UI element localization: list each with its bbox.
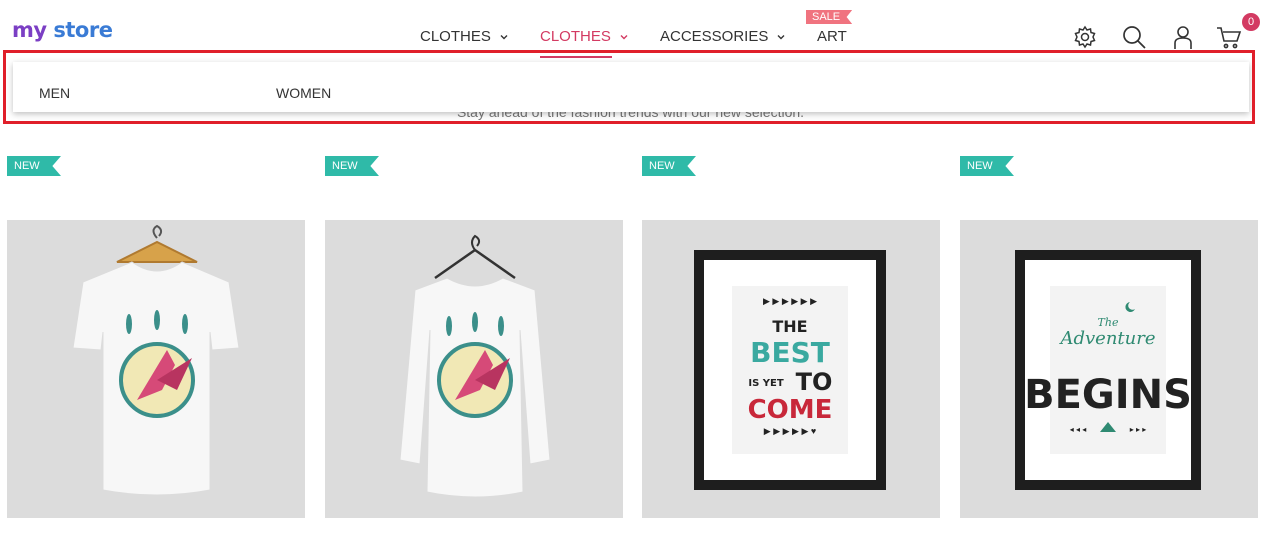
poster-line-2: Adventure [1058,328,1155,349]
nav-item-accessories[interactable]: ACCESSORIES [660,28,786,45]
sale-badge: SALE [806,10,853,24]
poster-line-2: BEST [750,336,830,369]
sweater-image [399,234,551,498]
search-icon[interactable] [1121,24,1147,50]
poster-line-1: THE [772,317,807,336]
poster-line-4: TO [796,368,833,396]
poster-best-image: THE BEST IS YET TO COME ▶ ▶ ▶ ▶ ▶ ▶ ▶ ▶ … [694,250,886,490]
poster-line-3: IS YET [748,378,783,389]
svg-text:▶ ▶ ▶ ▶ ▶ ▶: ▶ ▶ ▶ ▶ ▶ ▶ [763,296,817,306]
product-image-poster-adventure[interactable]: The Adventure BEGINS ◂ ◂ ◂ ▸ ▸ ▸ [960,220,1258,518]
product-image-poster-best[interactable]: THE BEST IS YET TO COME ▶ ▶ ▶ ▶ ▶ ▶ ▶ ▶ … [642,220,940,518]
poster-line-3: BEGINS [1024,372,1192,418]
tshirt-image [72,224,240,496]
svg-text:▸ ▸ ▸: ▸ ▸ ▸ [1130,425,1147,434]
new-flag: NEW [642,156,696,176]
store-logo[interactable]: my store [12,18,113,42]
nav-item-label: ART [817,28,847,45]
nav-item-art[interactable]: ART [817,28,847,45]
gear-icon[interactable] [1072,24,1098,50]
clothes-dropdown-menu: MEN WOMEN [13,62,1249,112]
nav-item-clothes-1[interactable]: CLOTHES [420,28,509,45]
poster-line-5: COME [748,395,833,425]
user-icon[interactable] [1170,24,1196,50]
nav-active-indicator [540,56,612,58]
nav-item-label: CLOTHES [420,28,491,45]
nav-item-label: CLOTHES [540,28,611,45]
logo-part-store: store [53,18,113,42]
nav-item-clothes-2[interactable]: CLOTHES [540,28,629,45]
cart-count-badge: 0 [1242,13,1260,31]
new-flag: NEW [960,156,1014,176]
menu-item-men[interactable]: MEN [39,85,70,101]
logo-part-my: my [12,18,47,42]
chevron-down-icon [620,34,628,39]
menu-item-women[interactable]: WOMEN [276,85,331,101]
product-image-tshirt[interactable] [7,220,305,518]
chevron-down-icon [777,34,785,39]
cart-icon[interactable] [1216,24,1242,50]
chevron-down-icon [500,34,508,39]
poster-adventure-image: The Adventure BEGINS ◂ ◂ ◂ ▸ ▸ ▸ [1015,250,1201,490]
new-flag: NEW [325,156,379,176]
product-image-sweater[interactable] [325,220,623,518]
svg-text:▶ ▶ ▶ ▶ ▶ ♥: ▶ ▶ ▶ ▶ ▶ ♥ [764,426,816,436]
nav-item-label: ACCESSORIES [660,28,769,45]
new-flag: NEW [7,156,61,176]
svg-text:◂ ◂ ◂: ◂ ◂ ◂ [1070,425,1087,434]
